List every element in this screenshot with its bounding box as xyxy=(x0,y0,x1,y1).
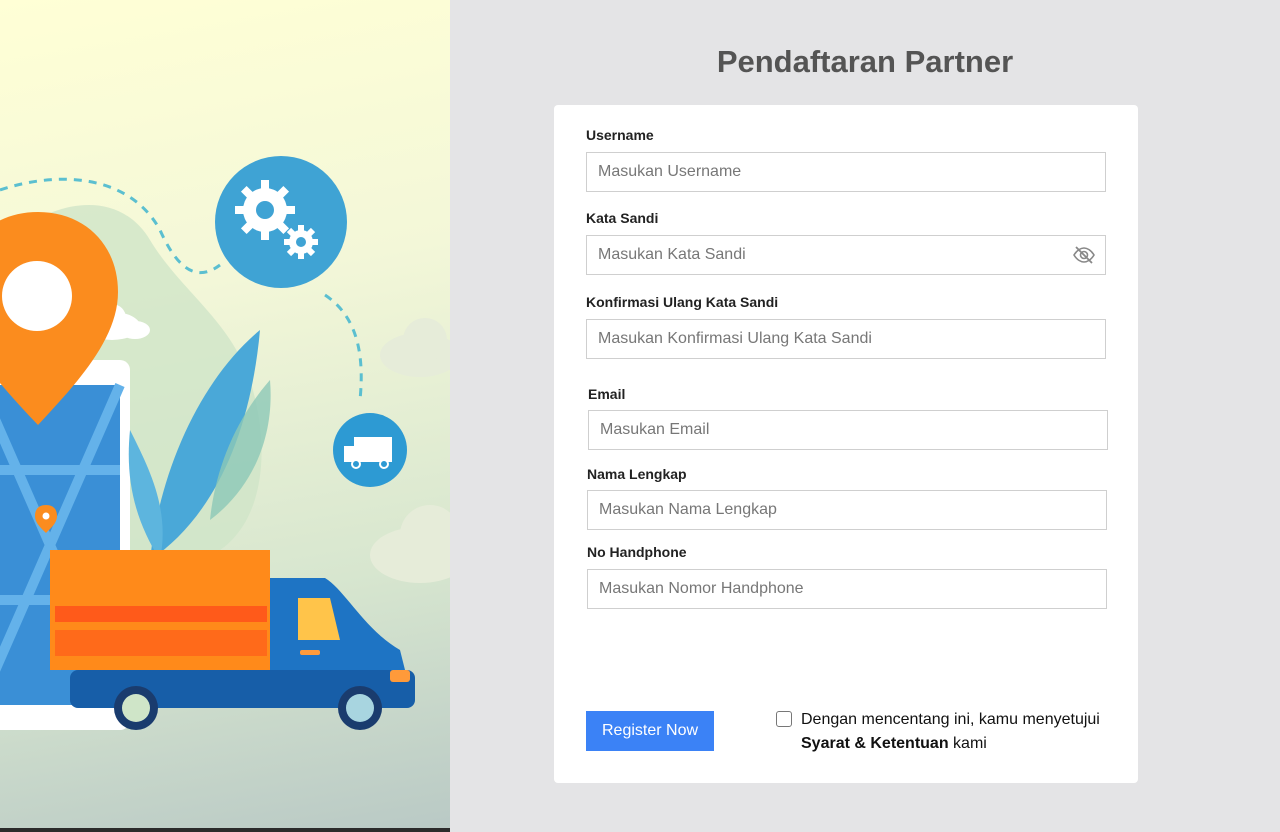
terms-checkbox[interactable] xyxy=(776,711,792,727)
full-name-input[interactable] xyxy=(587,490,1107,530)
email-label: Email xyxy=(588,386,626,402)
registration-form: Username Kata Sandi Konfirmasi Ulang Kat… xyxy=(554,105,1138,783)
password-input[interactable] xyxy=(586,235,1106,275)
page-title: Pendaftaran Partner xyxy=(716,44,1014,79)
delivery-illustration xyxy=(0,156,450,832)
gears-icon xyxy=(215,156,347,288)
eye-off-icon[interactable] xyxy=(1072,243,1096,267)
panel-bottom-edge xyxy=(0,828,450,832)
username-label: Username xyxy=(586,127,654,143)
phone-input[interactable] xyxy=(587,569,1107,609)
username-input[interactable] xyxy=(586,152,1106,192)
registration-panel: Pendaftaran Partner Username Kata Sandi … xyxy=(450,0,1280,832)
terms-text-before: Dengan mencentang ini, kamu menyetujui xyxy=(801,711,1100,728)
full-name-label: Nama Lengkap xyxy=(587,466,687,482)
delivery-truck-icon xyxy=(50,550,415,730)
terms-text: Dengan mencentang ini, kamu menyetujui S… xyxy=(801,708,1121,756)
terms-link[interactable]: Syarat & Ketentuan xyxy=(801,735,949,752)
delivery-truck-icon xyxy=(333,413,407,487)
password-label: Kata Sandi xyxy=(586,210,659,226)
confirm-password-label: Konfirmasi Ulang Kata Sandi xyxy=(586,294,779,310)
terms-text-after: kami xyxy=(953,735,987,752)
phone-label: No Handphone xyxy=(587,544,687,560)
dashed-route xyxy=(324,293,363,401)
register-button[interactable]: Register Now xyxy=(586,711,714,751)
confirm-password-input[interactable] xyxy=(586,319,1106,359)
email-input[interactable] xyxy=(588,410,1108,450)
hero-illustration xyxy=(0,0,450,832)
